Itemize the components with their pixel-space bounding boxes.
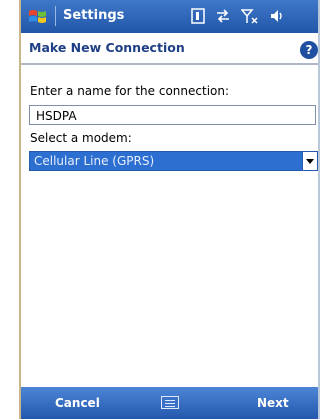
- title-separator: [55, 6, 56, 26]
- page-header: Make New Connection ?: [21, 33, 318, 65]
- title-bar: Settings: [21, 0, 318, 33]
- connectivity-arrows-icon[interactable]: [215, 8, 231, 24]
- modem-select[interactable]: Cellular Line (GPRS): [29, 151, 318, 171]
- windows-flag-icon[interactable]: [27, 6, 49, 28]
- modem-label: Select a modem:: [30, 131, 132, 145]
- help-icon[interactable]: ?: [300, 41, 318, 59]
- next-button[interactable]: Next: [257, 396, 289, 410]
- chevron-down-icon: [306, 159, 314, 164]
- modem-selected-value: Cellular Line (GPRS): [34, 154, 155, 168]
- cancel-button[interactable]: Cancel: [55, 396, 100, 410]
- connection-name-label: Enter a name for the connection:: [30, 84, 230, 98]
- app-title: Settings: [63, 8, 125, 23]
- connection-name-input[interactable]: HSDPA: [29, 105, 316, 125]
- signal-strength-icon[interactable]: [241, 8, 259, 24]
- modem-dropdown-button[interactable]: [302, 152, 317, 170]
- softkey-bar: Cancel Next: [21, 387, 318, 419]
- device-screen: Settings Make New Connection ? Enter a n…: [21, 0, 318, 419]
- page-title: Make New Connection: [29, 40, 185, 55]
- status-icons: [191, 7, 285, 25]
- keyboard-icon[interactable]: [161, 396, 179, 409]
- sim-icon[interactable]: [191, 8, 205, 24]
- speaker-icon[interactable]: [269, 8, 285, 24]
